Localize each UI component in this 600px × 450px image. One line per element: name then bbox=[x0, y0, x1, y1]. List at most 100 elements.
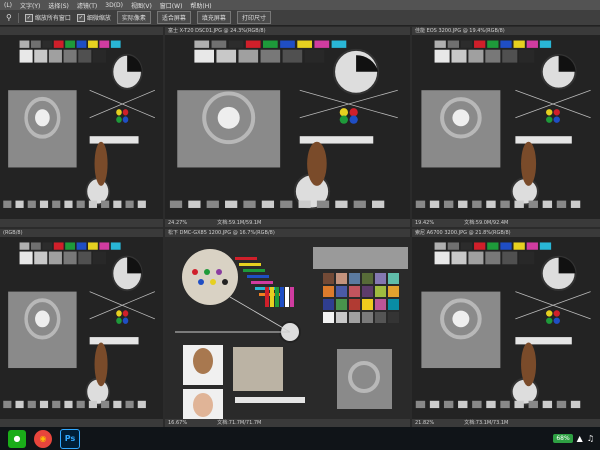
paint-palette bbox=[182, 249, 238, 305]
photoshop-icon[interactable]: Ps bbox=[60, 428, 80, 449]
document-panel[interactable]: 佳能 EOS 3200.JPG @ 19.4%(RGB/8) 19.42% 文档:… bbox=[412, 27, 600, 227]
menu-item-help[interactable]: 帮助(H) bbox=[190, 1, 211, 10]
gray-patch bbox=[304, 49, 325, 63]
taskbar: ● ◉ Ps 68% ▲ ♫ bbox=[0, 427, 600, 450]
color-checker-patch bbox=[336, 312, 347, 323]
network-icon[interactable]: ▲ bbox=[577, 434, 583, 443]
thread-spool bbox=[290, 287, 294, 307]
scale-bar bbox=[225, 200, 238, 208]
print-size-button[interactable]: 打印尺寸 bbox=[236, 11, 271, 24]
gray-patch bbox=[19, 251, 33, 265]
gray-patch bbox=[216, 49, 237, 63]
scale-bar bbox=[472, 400, 482, 409]
hair-sample bbox=[521, 141, 537, 186]
menu-item[interactable]: (L) bbox=[4, 2, 12, 9]
menu-item-filter[interactable]: 滤镜(T) bbox=[77, 1, 97, 10]
test-chart-image bbox=[0, 237, 163, 419]
document-tab[interactable]: 富士 X-T20 DSC01.JPG @ 24.3%(RGB/8) bbox=[165, 27, 410, 35]
document-tab[interactable] bbox=[0, 27, 163, 35]
fit-screen-button[interactable]: 适合屏幕 bbox=[156, 11, 191, 24]
color-checker-patch bbox=[323, 273, 334, 284]
color-swatch bbox=[19, 40, 30, 48]
scale-bar bbox=[125, 200, 134, 208]
scale-bar bbox=[101, 200, 110, 208]
gray-patch bbox=[92, 251, 106, 265]
color-checker-patch bbox=[349, 286, 360, 297]
color-checker-patch bbox=[349, 273, 360, 284]
gray-card bbox=[177, 90, 281, 168]
document-tab[interactable]: (RGB/8) bbox=[0, 229, 163, 237]
color-swatch bbox=[19, 242, 30, 250]
scale-bar bbox=[27, 200, 36, 208]
color-swatch bbox=[526, 242, 538, 250]
document-panel[interactable] bbox=[0, 27, 163, 227]
status-bar: 21.82% 文档:73.1M/73.1M bbox=[412, 419, 600, 427]
color-checker-patch bbox=[336, 286, 347, 297]
color-dot bbox=[553, 310, 560, 317]
doc-size[interactable]: 文档:59.1M/59.1M bbox=[217, 219, 261, 227]
scale-bar bbox=[443, 400, 454, 409]
zoom-level: 24.27% bbox=[168, 220, 188, 226]
color-dot bbox=[339, 115, 349, 124]
color-checker-patch bbox=[375, 299, 386, 310]
gray-patch bbox=[502, 251, 518, 265]
color-swatch bbox=[99, 40, 110, 48]
color-dot bbox=[546, 109, 553, 116]
test-scene-image bbox=[165, 237, 410, 419]
document-tab[interactable]: 佳能 EOS 3200.JPG @ 19.4%(RGB/8) bbox=[412, 27, 600, 35]
chrome-icon[interactable]: ◉ bbox=[34, 429, 52, 448]
actual-pixels-button[interactable]: 实际像素 bbox=[116, 11, 151, 24]
paint-blob bbox=[222, 279, 228, 285]
scale-bar bbox=[570, 200, 581, 208]
doc-size[interactable]: 文档:59.0M/92.4M bbox=[464, 219, 508, 227]
doc-size[interactable]: 文档:71.7M/71.7M bbox=[217, 419, 261, 427]
menu-item-window[interactable]: 窗口(W) bbox=[160, 1, 183, 10]
doc-size[interactable]: 文档:73.1M/73.1M bbox=[464, 419, 508, 427]
resize-windows-checkbox[interactable]: ✓ 缩放所有窗口 bbox=[24, 13, 71, 22]
gray-patch bbox=[519, 49, 535, 63]
color-dot bbox=[116, 109, 122, 116]
color-checker-patch bbox=[336, 299, 347, 310]
gray-patch bbox=[48, 49, 62, 63]
menu-item-view[interactable]: 视图(V) bbox=[131, 1, 152, 10]
color-swatch bbox=[474, 242, 486, 250]
scale-bar bbox=[528, 200, 538, 208]
battery-indicator[interactable]: 68% bbox=[553, 434, 573, 443]
status-bar bbox=[0, 219, 163, 227]
color-checker-patch bbox=[362, 299, 373, 310]
menu-item-type[interactable]: 文字(Y) bbox=[20, 1, 40, 10]
volume-icon[interactable]: ♫ bbox=[587, 434, 594, 443]
wechat-icon[interactable]: ● bbox=[8, 429, 26, 448]
color-swatch bbox=[500, 242, 512, 250]
document-panel[interactable]: 索尼 A6700 3200.JPG @ 21.8%(RGB/8) 21.82% 文… bbox=[412, 229, 600, 427]
scale-bar bbox=[528, 400, 538, 409]
menu-item-3d[interactable]: 3D(D) bbox=[105, 2, 123, 9]
color-checker-patch bbox=[388, 273, 399, 284]
color-swatch bbox=[194, 40, 210, 48]
zoom-tool-icon[interactable]: ⚲ bbox=[6, 13, 12, 22]
color-checker-patch bbox=[362, 286, 373, 297]
scale-bar bbox=[542, 200, 553, 208]
thread-spool bbox=[270, 287, 274, 307]
ruler bbox=[89, 136, 139, 144]
scale-bar bbox=[514, 200, 524, 208]
gray-patch bbox=[34, 49, 48, 63]
color-swatch bbox=[30, 40, 41, 48]
document-panel[interactable]: 松下 DMC-GX85 1200.JPG @ 16.7%(RGB/8) 16.6… bbox=[165, 229, 410, 427]
document-panel[interactable]: (RGB/8) bbox=[0, 229, 163, 427]
zoom-level: 16.67% bbox=[168, 420, 188, 426]
fill-screen-button[interactable]: 填充屏幕 bbox=[196, 11, 231, 24]
menu-item-select[interactable]: 选择(S) bbox=[48, 1, 69, 10]
scale-bar bbox=[280, 200, 293, 208]
color-swatch bbox=[88, 40, 98, 48]
color-swatch bbox=[280, 40, 295, 48]
color-swatch bbox=[539, 242, 552, 250]
gray-patch bbox=[260, 49, 281, 63]
color-swatch bbox=[447, 40, 459, 48]
thread-spool bbox=[280, 287, 284, 307]
document-tab[interactable]: 索尼 A6700 3200.JPG @ 21.8%(RGB/8) bbox=[412, 229, 600, 237]
document-tab[interactable]: 松下 DMC-GX85 1200.JPG @ 16.7%(RGB/8) bbox=[165, 229, 410, 237]
document-panel[interactable]: 富士 X-T20 DSC01.JPG @ 24.3%(RGB/8) 24.27%… bbox=[165, 27, 410, 227]
color-swatch bbox=[447, 242, 459, 250]
scrubby-zoom-checkbox[interactable]: ✓ 细微缩放 bbox=[76, 13, 111, 22]
